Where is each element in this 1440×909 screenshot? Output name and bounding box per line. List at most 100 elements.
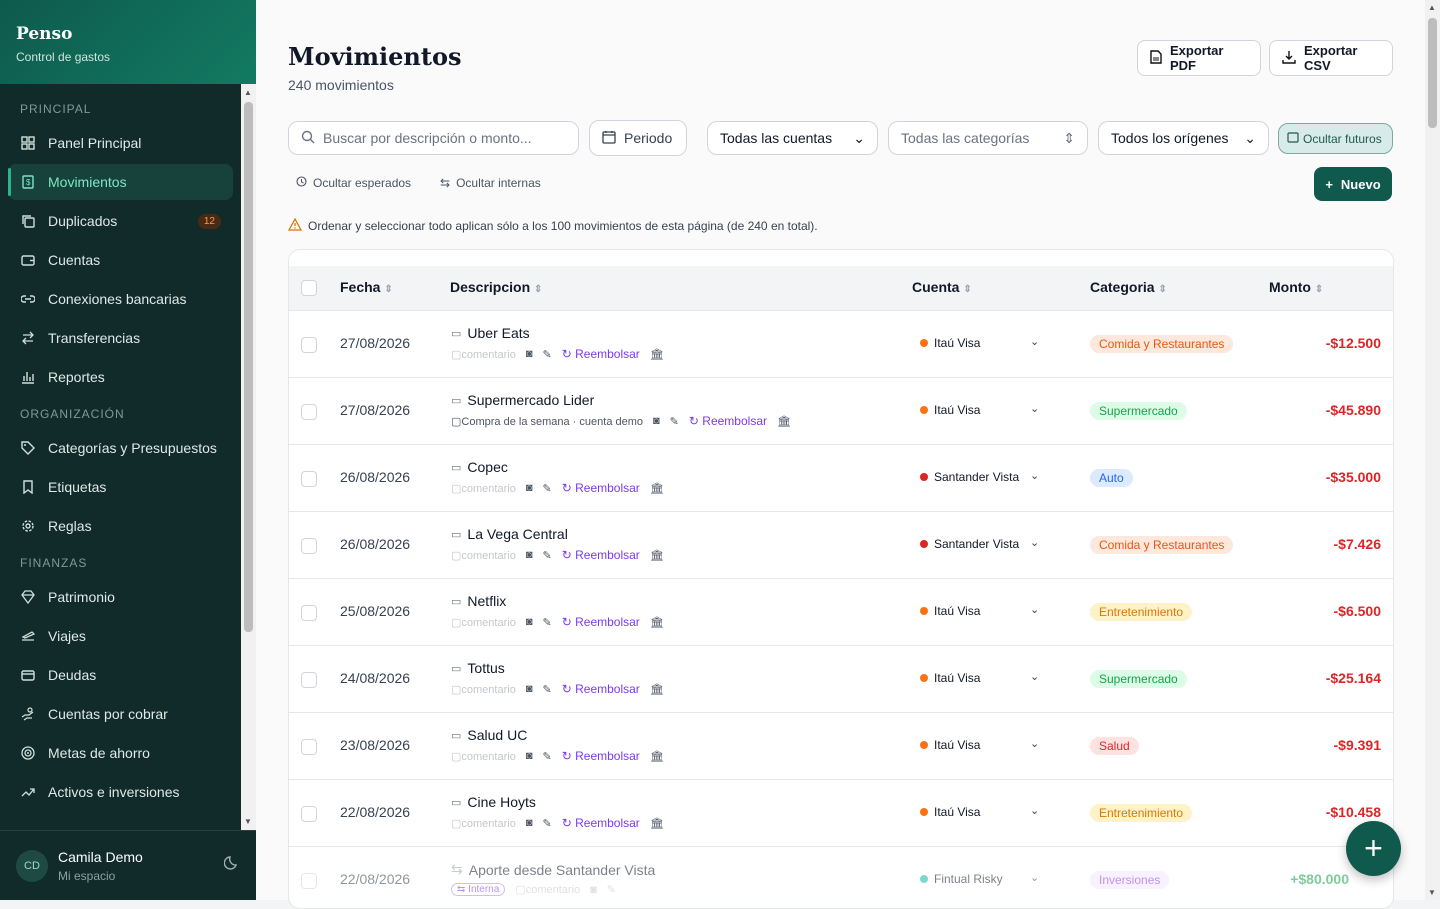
user-profile[interactable]: CD Camila Demo Mi espacio: [0, 830, 256, 900]
camera-icon[interactable]: ◙: [526, 683, 533, 695]
comment-field[interactable]: ▢comentario: [451, 683, 516, 696]
bank-icon[interactable]: 🏛: [650, 750, 664, 763]
table-row[interactable]: 27/08/2026 ▭ Uber Eats ▢comentario ◙ ✎ ↻ …: [289, 311, 1393, 378]
page-scroll-thumb[interactable]: [1428, 18, 1437, 128]
sidebar-scrollbar[interactable]: ▲ ▼: [241, 84, 256, 830]
pencil-icon[interactable]: ✎: [542, 683, 551, 696]
row-category[interactable]: Inversiones: [1090, 871, 1170, 889]
comment-field[interactable]: ▢comentario: [451, 549, 516, 562]
row-checkbox[interactable]: [301, 739, 317, 755]
bank-icon[interactable]: 🏛: [650, 348, 664, 361]
row-category[interactable]: Comida y Restaurantes: [1090, 335, 1234, 353]
scroll-up-icon[interactable]: ▲: [1428, 3, 1436, 12]
refund-button[interactable]: ↻ Reembolsar: [562, 481, 640, 495]
hide-internal-toggle[interactable]: ⇆ Ocultar internas: [440, 176, 541, 190]
sidebar-scroll-thumb[interactable]: [244, 102, 253, 632]
search-input[interactable]: Buscar por descripción o monto...: [288, 121, 579, 155]
sidebar-item-movimientos[interactable]: $ Movimientos: [8, 164, 233, 200]
sidebar-item-panel[interactable]: Panel Principal: [8, 125, 233, 161]
refund-button[interactable]: ↻ Reembolsar: [562, 548, 640, 562]
refund-button[interactable]: ↻ Reembolsar: [562, 615, 640, 629]
moon-icon[interactable]: [223, 855, 240, 876]
camera-icon[interactable]: ◙: [526, 549, 533, 561]
sidebar-item-metas[interactable]: Metas de ahorro: [8, 735, 233, 771]
row-checkbox[interactable]: [301, 605, 317, 621]
chevron-down-icon[interactable]: ⌄: [1030, 402, 1039, 415]
row-account[interactable]: Itaú Visa: [920, 805, 980, 819]
pencil-icon[interactable]: ✎: [542, 348, 551, 361]
header-account[interactable]: Cuenta ⇕: [912, 279, 972, 295]
camera-icon[interactable]: ◙: [526, 750, 533, 762]
pencil-icon[interactable]: ✎: [542, 549, 551, 562]
chevron-down-icon[interactable]: ⌄: [1030, 335, 1039, 348]
row-account[interactable]: Santander Vista: [920, 537, 1019, 551]
sidebar-item-activos[interactable]: Activos e inversiones: [8, 774, 233, 810]
scroll-up-icon[interactable]: ▲: [244, 88, 252, 97]
comment-field[interactable]: ▢comentario: [451, 750, 516, 763]
header-category[interactable]: Categoria ⇕: [1090, 279, 1167, 295]
export-csv-button[interactable]: Exportar CSV: [1269, 40, 1393, 76]
chevron-down-icon[interactable]: ⌄: [1030, 536, 1039, 549]
header-amount[interactable]: Monto ⇕: [1269, 279, 1323, 295]
refund-button[interactable]: ↻ Reembolsar: [562, 816, 640, 830]
chevron-down-icon[interactable]: ⌄: [1030, 670, 1039, 683]
chevron-down-icon[interactable]: ⌄: [1030, 737, 1039, 750]
internal-tag[interactable]: ⇆ Interna: [451, 883, 506, 896]
row-category[interactable]: Comida y Restaurantes: [1090, 536, 1234, 554]
refund-button[interactable]: ↻ Reembolsar: [689, 414, 767, 428]
row-category[interactable]: Salud: [1090, 737, 1139, 755]
chevron-down-icon[interactable]: ⌄: [1030, 804, 1039, 817]
camera-icon[interactable]: ◙: [526, 817, 533, 829]
table-row[interactable]: 24/08/2026 ▭ Tottus ▢comentario ◙ ✎ ↻ Ree…: [289, 646, 1393, 713]
add-fab-button[interactable]: +: [1346, 821, 1401, 876]
row-account[interactable]: Itaú Visa: [920, 671, 980, 685]
chevron-down-icon[interactable]: ⌄: [1030, 603, 1039, 616]
sidebar-item-conexiones[interactable]: Conexiones bancarias: [8, 281, 233, 317]
scroll-down-icon[interactable]: ▼: [244, 817, 252, 826]
camera-icon[interactable]: ◙: [653, 415, 660, 427]
comment-field[interactable]: ▢Compra de la semana · cuenta demo: [451, 415, 643, 428]
row-category[interactable]: Supermercado: [1090, 402, 1187, 420]
row-checkbox[interactable]: [301, 404, 317, 420]
row-category[interactable]: Supermercado: [1090, 670, 1187, 688]
sidebar-item-cuentas[interactable]: Cuentas: [8, 242, 233, 278]
sidebar-item-patrimonio[interactable]: Patrimonio: [8, 579, 233, 615]
header-date[interactable]: Fecha ⇕: [340, 279, 393, 295]
origins-select[interactable]: Todos los orígenes ⌄: [1098, 121, 1269, 155]
row-category[interactable]: Entretenimiento: [1090, 603, 1193, 621]
pencil-icon[interactable]: ✎: [542, 750, 551, 763]
row-checkbox[interactable]: [301, 538, 317, 554]
refund-button[interactable]: ↻ Reembolsar: [562, 347, 640, 361]
row-account[interactable]: Itaú Visa: [920, 403, 980, 417]
table-row[interactable]: 26/08/2026 ▭ Copec ▢comentario ◙ ✎ ↻ Reem…: [289, 445, 1393, 512]
bank-icon[interactable]: 🏛: [650, 616, 664, 629]
row-checkbox[interactable]: [301, 672, 317, 688]
row-category[interactable]: Entretenimiento: [1090, 804, 1193, 822]
row-checkbox[interactable]: [301, 873, 317, 889]
row-account[interactable]: Itaú Visa: [920, 336, 980, 350]
table-row[interactable]: 23/08/2026 ▭ Salud UC ▢comentario ◙ ✎ ↻ R…: [289, 713, 1393, 780]
new-button[interactable]: + Nuevo: [1314, 167, 1392, 201]
sidebar-item-transferencias[interactable]: Transferencias: [8, 320, 233, 356]
row-account[interactable]: Fintual Risky: [920, 872, 1003, 886]
hide-expected-toggle[interactable]: Ocultar esperados: [296, 176, 411, 190]
comment-field[interactable]: ▢comentario: [451, 482, 516, 495]
row-account[interactable]: Itaú Visa: [920, 604, 980, 618]
export-pdf-button[interactable]: Exportar PDF: [1137, 40, 1261, 76]
table-row[interactable]: 26/08/2026 ▭ La Vega Central ▢comentario …: [289, 512, 1393, 579]
camera-icon[interactable]: ◙: [526, 616, 533, 628]
pencil-icon[interactable]: ✎: [542, 817, 551, 830]
table-row[interactable]: 22/08/2026 ▭ Cine Hoyts ▢comentario ◙ ✎ ↻…: [289, 780, 1393, 847]
row-checkbox[interactable]: [301, 806, 317, 822]
pencil-icon[interactable]: ✎: [670, 415, 679, 428]
chevron-down-icon[interactable]: ⌄: [1030, 871, 1039, 884]
comment-field[interactable]: ▢comentario: [451, 348, 516, 361]
header-desc[interactable]: Descripcion ⇕: [450, 279, 542, 295]
comment-field[interactable]: ▢comentario: [451, 616, 516, 629]
accounts-select[interactable]: Todas las cuentas ⌄: [707, 121, 878, 155]
camera-icon[interactable]: ◙: [526, 482, 533, 494]
comment-field[interactable]: ▢comentario: [451, 817, 516, 830]
sidebar-item-duplicados[interactable]: Duplicados 12: [8, 203, 233, 239]
chevron-down-icon[interactable]: ⌄: [1030, 469, 1039, 482]
sidebar-item-reglas[interactable]: Reglas: [8, 508, 233, 544]
